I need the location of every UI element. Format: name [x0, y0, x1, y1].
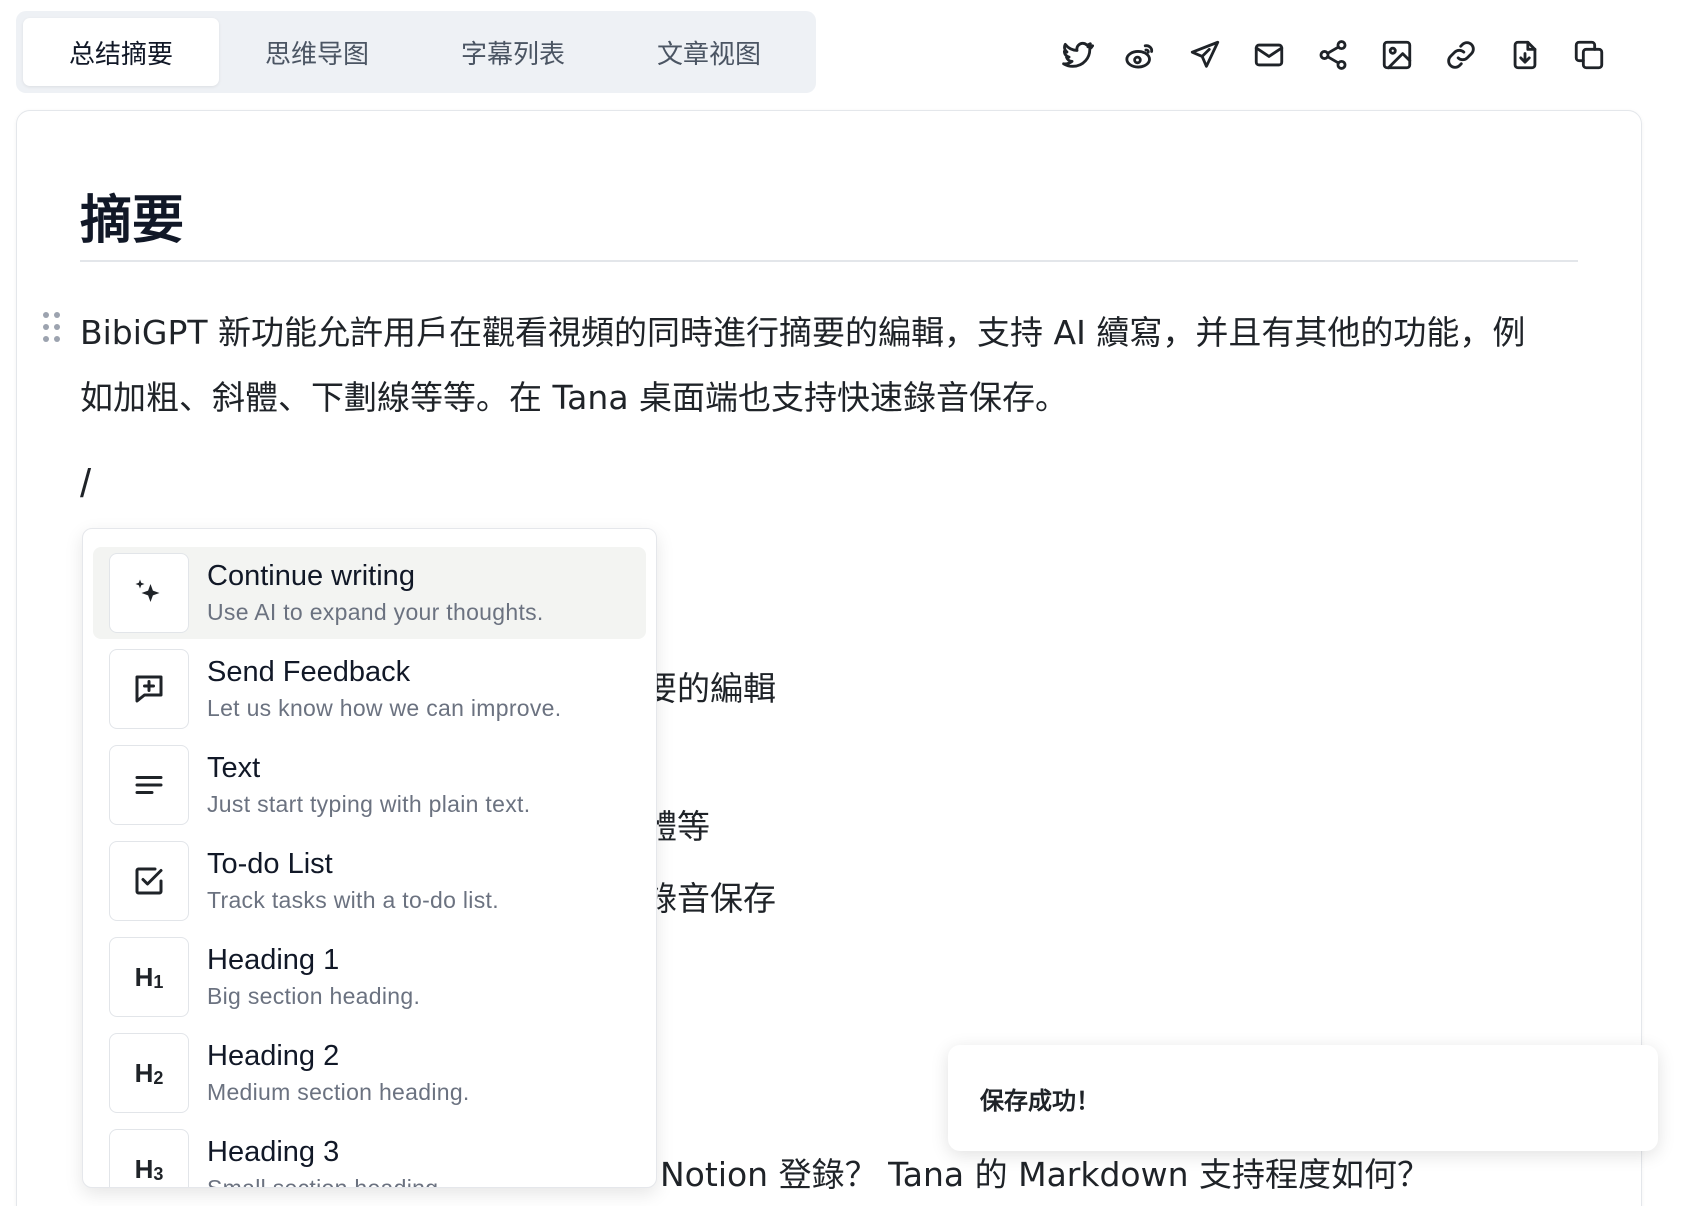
- drag-handle-icon[interactable]: [40, 310, 64, 344]
- text-icon: [109, 745, 189, 825]
- title-divider: [80, 260, 1578, 262]
- menu-item-send-feedback[interactable]: Send Feedback Let us know how we can imp…: [93, 643, 646, 735]
- mail-icon[interactable]: [1248, 34, 1290, 76]
- menu-item-desc: Just start typing with plain text.: [207, 791, 531, 817]
- menu-item-desc: Track tasks with a to-do list.: [207, 887, 499, 913]
- hidden-text-line: 要的編輯: [644, 669, 776, 708]
- menu-item-todo-list[interactable]: To-do List Track tasks with a to-do list…: [93, 835, 646, 927]
- view-tabs: 总结摘要 思维导图 字幕列表 文章视图: [16, 11, 816, 93]
- menu-item-title: To-do List: [207, 848, 333, 880]
- toast-message: 保存成功！: [980, 1086, 1100, 1115]
- heading-1-icon: H1: [109, 937, 189, 1017]
- menu-item-title: Heading 1: [207, 944, 340, 976]
- menu-item-title: Heading 2: [207, 1040, 340, 1072]
- slash-command-menu: Continue writing Use AI to expand your t…: [82, 528, 657, 1188]
- menu-item-title: Send Feedback: [207, 656, 411, 688]
- save-success-toast: 保存成功！: [948, 1045, 1658, 1151]
- send-icon[interactable]: [1184, 34, 1226, 76]
- menu-item-text[interactable]: Text Just start typing with plain text.: [93, 739, 646, 831]
- tab-summary[interactable]: 总结摘要: [23, 18, 219, 86]
- copy-icon[interactable]: [1568, 34, 1610, 76]
- menu-item-title: Text: [207, 752, 261, 784]
- menu-item-heading-1[interactable]: H1 Heading 1 Big section heading.: [93, 931, 646, 1023]
- menu-item-desc: Let us know how we can improve.: [207, 695, 562, 721]
- menu-item-heading-3[interactable]: H3 Heading 3 Small section heading.: [93, 1123, 646, 1188]
- download-icon[interactable]: [1504, 34, 1546, 76]
- share-icon[interactable]: [1312, 34, 1354, 76]
- summary-paragraph[interactable]: BibiGPT 新功能允許用戶在觀看視頻的同時進行摘要的編輯，支持 AI 續寫，…: [80, 300, 1550, 430]
- tab-mindmap[interactable]: 思维导图: [219, 18, 415, 86]
- menu-item-desc: Use AI to expand your thoughts.: [207, 599, 544, 625]
- share-toolbar: [1056, 34, 1610, 76]
- heading-3-icon: H3: [109, 1129, 189, 1187]
- sparkles-icon: [109, 553, 189, 633]
- hidden-text-line: 錄音保存: [644, 879, 776, 918]
- twitter-icon[interactable]: [1056, 34, 1098, 76]
- slash-command-input[interactable]: /: [80, 462, 91, 507]
- menu-item-desc: Big section heading.: [207, 983, 421, 1009]
- menu-item-desc: Medium section heading.: [207, 1079, 470, 1105]
- image-icon[interactable]: [1376, 34, 1418, 76]
- heading-2-icon: H2: [109, 1033, 189, 1113]
- menu-item-title: Continue writing: [207, 560, 415, 592]
- tab-subtitles[interactable]: 字幕列表: [415, 18, 611, 86]
- page-title: 摘要: [80, 191, 185, 251]
- checkbox-icon: [109, 841, 189, 921]
- hidden-text-line: Notion 登錄？ Tana 的 Markdown 支持程度如何？: [660, 1155, 1431, 1194]
- feedback-icon: [109, 649, 189, 729]
- tab-article[interactable]: 文章视图: [611, 18, 807, 86]
- menu-item-desc: Small section heading.: [207, 1175, 446, 1188]
- weibo-icon[interactable]: [1120, 34, 1162, 76]
- menu-item-heading-2[interactable]: H2 Heading 2 Medium section heading.: [93, 1027, 646, 1119]
- menu-item-title: Heading 3: [207, 1136, 340, 1168]
- link-icon[interactable]: [1440, 34, 1482, 76]
- menu-item-continue-writing[interactable]: Continue writing Use AI to expand your t…: [93, 547, 646, 639]
